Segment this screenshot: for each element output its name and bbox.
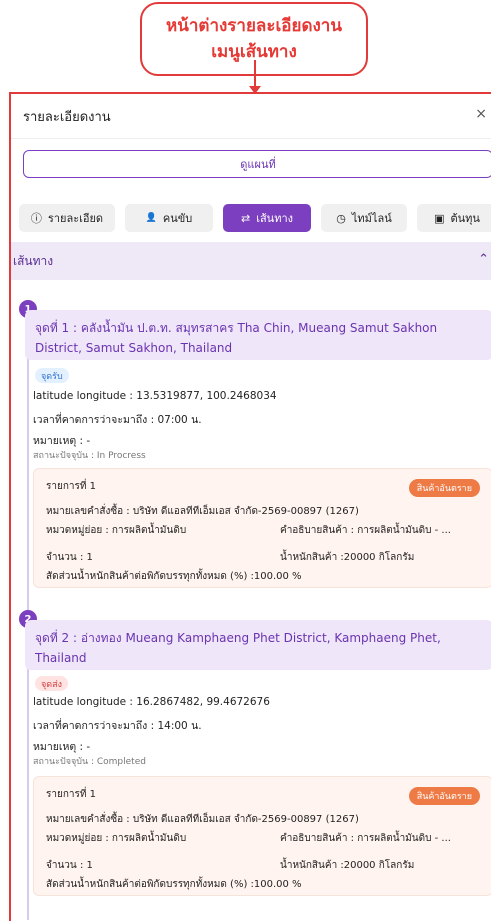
timeline-connector [27,320,29,610]
tab-cost-label: ต้นทุน [450,212,480,225]
panel-title: รายละเอียดงาน [23,109,111,125]
tab-route-label: เส้นทาง [256,212,293,225]
stop-title-card: จุดที่ 1 : คลังน้ำมัน ป.ต.ท. สมุทรสาคร T… [25,310,491,360]
info-icon: ⓘ [30,212,42,225]
route-section-header[interactable]: เส้นทาง ⌃ [11,242,491,280]
panel-header: รายละเอียดงาน × [11,94,491,139]
stop-status: สถานะปัจจุบัน : In Procress [33,451,146,461]
stop-latlng: latitude longitude : 16.2867482, 99.4672… [33,696,270,708]
stop-latlng: latitude longitude : 13.5319877, 100.246… [33,390,277,402]
stop-status: สถานะปัจจุบัน : Completed [33,757,146,767]
item-qty: จำนวน : 1 [46,860,93,871]
tab-driver[interactable]: 👤 คนขับ [125,204,213,232]
annotation-arrow-line [254,60,256,88]
item-row-category: หมวดหมู่ย่อย : การผลิตน้ำมันดิบ คำอธิบาย… [46,523,480,538]
cargo-item-card: รายการที่ 1 สินค้าอันตราย หมายเลขคำสั่งซ… [33,776,491,896]
tab-details[interactable]: ⓘ รายละเอียด [19,204,115,232]
tab-cost[interactable]: ▣ ต้นทุน [417,204,491,232]
close-icon[interactable]: × [475,106,487,122]
tab-route[interactable]: ⇄ เส้นทาง [223,204,311,232]
timeline-connector [27,630,29,920]
item-desc: คำอธิบายสินค้า : การผลิตน้ำมันดิบ - ... [280,833,451,844]
item-row-qty: จำนวน : 1 น้ำหนักสินค้า :20000 กิโลกรัม [46,550,480,565]
pickup-tag: จุดรับ [35,368,69,383]
view-map-button[interactable]: ดูแผนที่ [23,150,491,178]
tab-timeline-label: ไทม์ไลน์ [351,212,392,225]
item-desc: คำอธิบายสินค้า : การผลิตน้ำมันดิบ - ... [280,525,451,536]
clock-icon: ◷ [336,211,346,225]
stop-note: หมายเหตุ : - [33,435,91,447]
job-detail-panel: รายละเอียดงาน × ดูแผนที่ ⓘ รายละเอียด 👤 … [9,92,491,921]
cargo-item-card: รายการที่ 1 สินค้าอันตราย หมายเลขคำสั่งซ… [33,468,491,588]
tab-driver-label: คนขับ [162,212,193,225]
item-row-category: หมวดหมู่ย่อย : การผลิตน้ำมันดิบ คำอธิบาย… [46,831,480,846]
item-category: หมวดหมู่ย่อย : การผลิตน้ำมันดิบ [46,525,187,536]
cost-icon: ▣ [434,211,445,225]
item-ratio: สัดส่วนน้ำหนักสินค้าต่อพิกัดบรรทุกทั้งหม… [46,879,302,890]
item-order: หมายเลขคำสั่งซื้อ : บริษัท ดีแอลทีทีเอ็ม… [46,506,359,517]
stop-eta: เวลาที่คาดการว่าจะมาถึง : 14:00 น. [33,720,202,732]
tab-timeline[interactable]: ◷ ไทม์ไลน์ [321,204,407,232]
hazard-badge: สินค้าอันตราย [408,479,480,497]
chevron-up-icon[interactable]: ⌃ [478,252,489,267]
item-qty: จำนวน : 1 [46,552,93,563]
stop-title-card: จุดที่ 2 : อ่างทอง Mueang Kamphaeng Phet… [25,620,491,670]
person-icon: 👤 [145,213,157,223]
item-row-qty: จำนวน : 1 น้ำหนักสินค้า :20000 กิโลกรัม [46,858,480,873]
tab-details-label: รายละเอียด [47,212,104,225]
stop-note: หมายเหตุ : - [33,741,91,753]
stop-title: จุดที่ 2 : อ่างทอง Mueang Kamphaeng Phet… [35,631,441,665]
item-weight: น้ำหนักสินค้า :20000 กิโลกรัม [280,552,415,563]
route-section-title: เส้นทาง [13,253,54,268]
tab-bar: ⓘ รายละเอียด 👤 คนขับ ⇄ เส้นทาง ◷ ไทม์ไลน… [19,204,491,232]
item-weight: น้ำหนักสินค้า :20000 กิโลกรัม [280,860,415,871]
dropoff-tag: จุดส่ง [35,676,69,691]
stop-eta: เวลาที่คาดการว่าจะมาถึง : 07:00 น. [33,414,202,426]
item-order: หมายเลขคำสั่งซื้อ : บริษัท ดีแอลทีทีเอ็ม… [46,814,359,825]
item-category: หมวดหมู่ย่อย : การผลิตน้ำมันดิบ [46,833,187,844]
banner-line-1: หน้าต่างรายละเอียดงาน [166,16,342,36]
route-icon: ⇄ [240,211,251,225]
item-ratio: สัดส่วนน้ำหนักสินค้าต่อพิกัดบรรทุกทั้งหม… [46,571,302,582]
hazard-badge: สินค้าอันตราย [408,787,480,805]
stop-title: จุดที่ 1 : คลังน้ำมัน ป.ต.ท. สมุทรสาคร T… [35,321,438,355]
